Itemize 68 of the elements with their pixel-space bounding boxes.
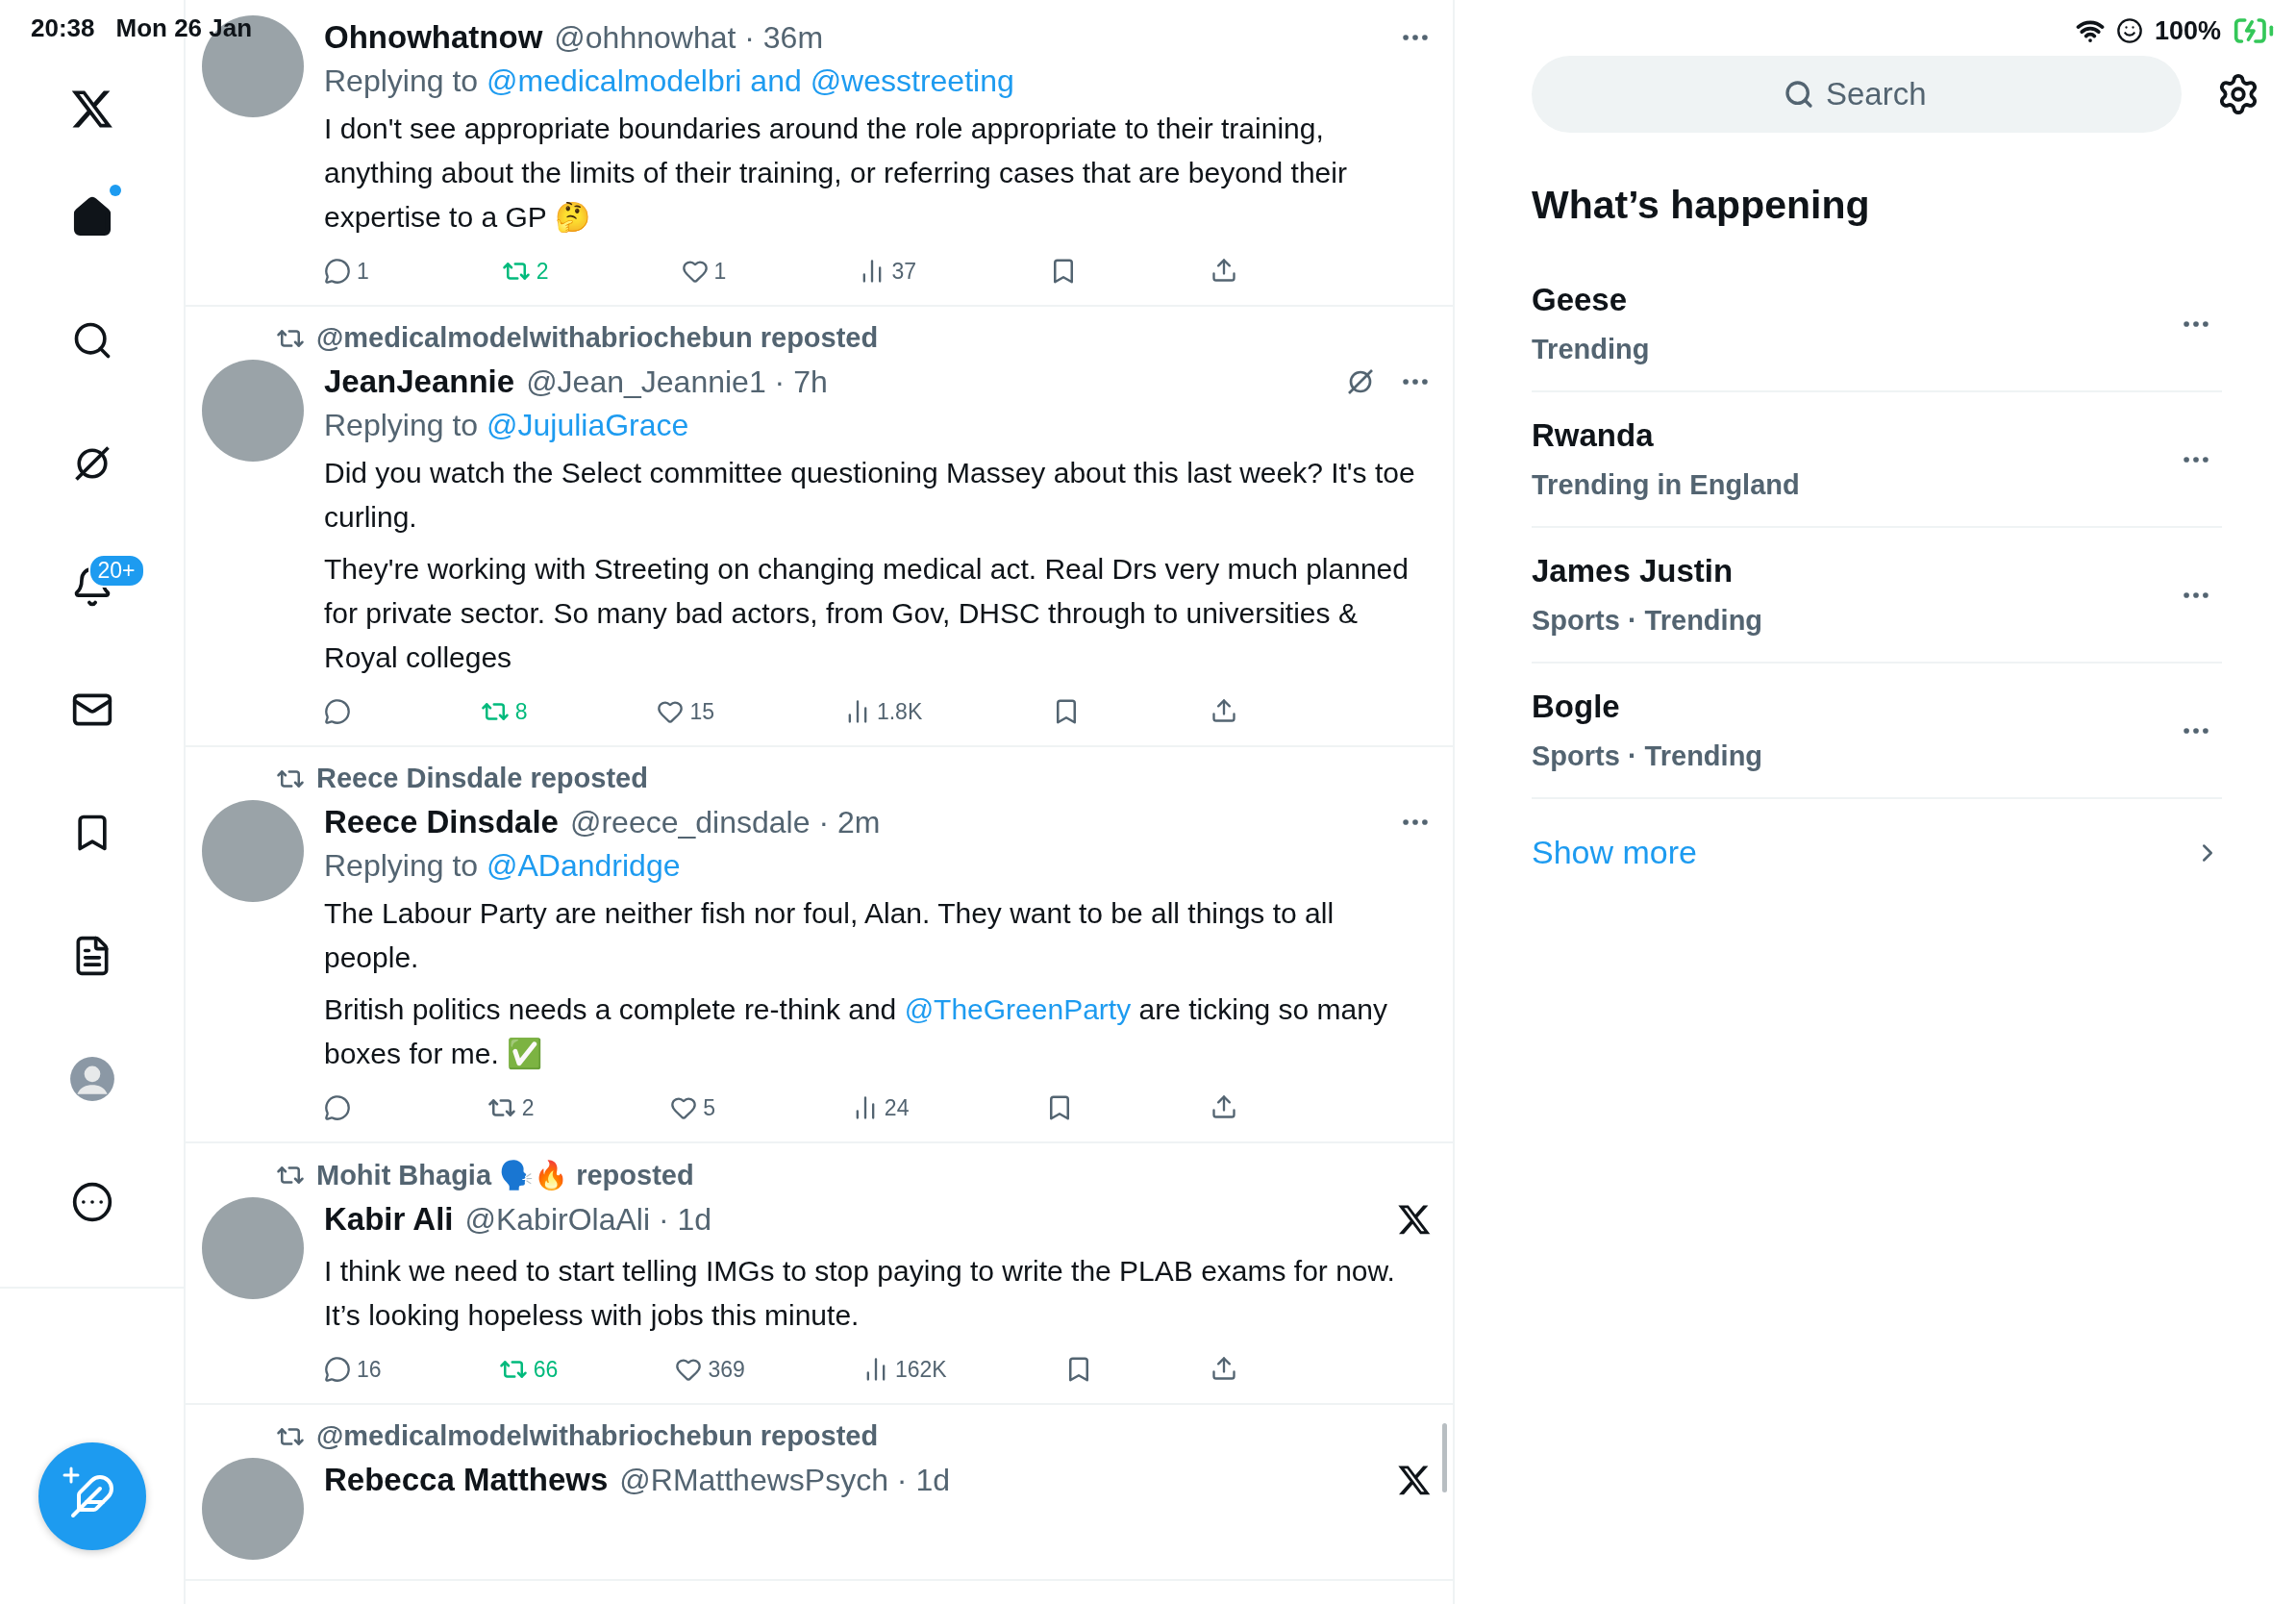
trend-category: Trending in England — [1532, 469, 1801, 501]
repost-button[interactable]: 2 — [487, 1093, 535, 1122]
like-button[interactable]: 15 — [657, 697, 715, 726]
reply-button[interactable]: 1 — [324, 257, 369, 286]
trend-name[interactable]: James Justin — [1532, 553, 2180, 589]
compose-button[interactable] — [37, 1442, 146, 1550]
reply-button[interactable]: 16 — [324, 1355, 382, 1384]
speech-bubble-icon — [324, 698, 351, 725]
tweet-text: The Labour Party are neither fish nor foul, Alan. They want to be all things to all people. — [324, 896, 1335, 975]
search-field[interactable]: Search — [1532, 56, 2182, 133]
tweet-text: Did you watch the Select committee questioning Massey about this last week? It's toe curling. — [324, 456, 1416, 535]
share-icon[interactable] — [1210, 1093, 1237, 1120]
notification-badge: 20+ — [87, 554, 145, 588]
speech-bubble-icon — [324, 1356, 351, 1383]
views-button[interactable]: 162K — [862, 1355, 947, 1384]
section-heading: What’s happening — [1532, 183, 1871, 228]
tweet-text: British politics needs a complete re-think and @TheGreenParty are ticking so many boxes for me. ✅ — [324, 992, 1388, 1071]
author-name[interactable]: Kabir Ali — [324, 1201, 454, 1238]
share-icon[interactable] — [1210, 697, 1237, 724]
author-name[interactable]: JeanJeannie — [324, 363, 515, 400]
reply-button[interactable] — [324, 697, 351, 726]
trend-category: Sports · Trending — [1532, 740, 1764, 772]
author-name[interactable]: Ohnowhatnow — [324, 19, 543, 56]
heart-icon — [670, 1094, 698, 1121]
smiley-icon — [2115, 17, 2143, 44]
tweet-text: They're working with Streeting on changing medical act. Real Drs very much planned for private sector. So many bad actors, from Gov, DHSC through to universities & Royal colleges — [324, 552, 1410, 675]
battery-percentage: 100% — [2154, 15, 2221, 46]
like-button[interactable]: 369 — [675, 1355, 745, 1384]
author-handle: @KabirOlaAli · 1d — [464, 1201, 712, 1238]
repost-label: Mohit Bhagia 🗣🔥 reposted — [316, 1159, 694, 1191]
scrollbar-thumb — [1442, 1423, 1447, 1492]
views-button[interactable]: 1.8K — [843, 697, 923, 726]
repost-label: @medicalmodelwithabriochebun reposted — [316, 322, 879, 354]
tweet-text: I think we need to start telling IMGs to stop paying to write the PLAB exams for now. It’s looking hopeless with jobs this minute. — [324, 1254, 1396, 1333]
trend-name[interactable]: Bogle — [1532, 689, 2180, 725]
tweet-text: I don't see appropriate boundaries around the role appropriate to their training, anything about the limits of their training, or referring cases that are beyond their expertise to a GP 🤔 — [324, 112, 1348, 235]
repost-label: @medicalmodelwithabriochebun reposted — [316, 1420, 879, 1452]
views-button[interactable]: 37 — [859, 257, 916, 286]
author-handle: @RMatthewsPsych · 1d — [619, 1462, 950, 1498]
reply-context: Replying to @ADandridge — [324, 848, 682, 884]
trend-name[interactable]: Rwanda — [1532, 417, 2180, 454]
author-name[interactable]: Rebecca Matthews — [324, 1462, 609, 1498]
share-icon[interactable] — [1210, 1355, 1237, 1382]
like-button[interactable]: 1 — [681, 257, 727, 286]
x-logo-icon[interactable] — [1397, 1202, 1432, 1237]
views-button[interactable]: 24 — [851, 1093, 910, 1122]
author-handle: @reece_dinsdale · 2m — [569, 804, 881, 840]
trend-name[interactable]: Geese — [1532, 282, 2180, 318]
x-logo-icon[interactable] — [1397, 1463, 1432, 1497]
repost-label: Reece Dinsdale reposted — [316, 763, 648, 794]
author-handle: @Jean_Jeannie1 · 7h — [526, 363, 828, 400]
heart-icon — [675, 1356, 703, 1383]
heart-icon — [681, 258, 709, 285]
trend-category: Sports · Trending — [1532, 605, 1764, 637]
search-icon — [1784, 79, 1814, 110]
reply-button[interactable] — [324, 1093, 351, 1122]
reply-context: Replying to @JujuliaGrace — [324, 408, 690, 443]
trend-category: Trending — [1532, 334, 1651, 365]
feather-icon — [68, 1473, 115, 1519]
author-handle: @ohhnowhat · 36m — [554, 19, 824, 56]
heart-icon — [657, 698, 685, 725]
share-icon[interactable] — [1210, 257, 1237, 284]
status-time: 20:38 — [31, 13, 95, 43]
speech-bubble-icon — [324, 1094, 351, 1121]
speech-bubble-icon — [324, 258, 351, 285]
reply-context: Replying to @medicalmodelbri and @wesstreeting — [324, 63, 1015, 99]
author-name[interactable]: Reece Dinsdale — [324, 804, 559, 840]
like-button[interactable]: 5 — [670, 1093, 716, 1122]
